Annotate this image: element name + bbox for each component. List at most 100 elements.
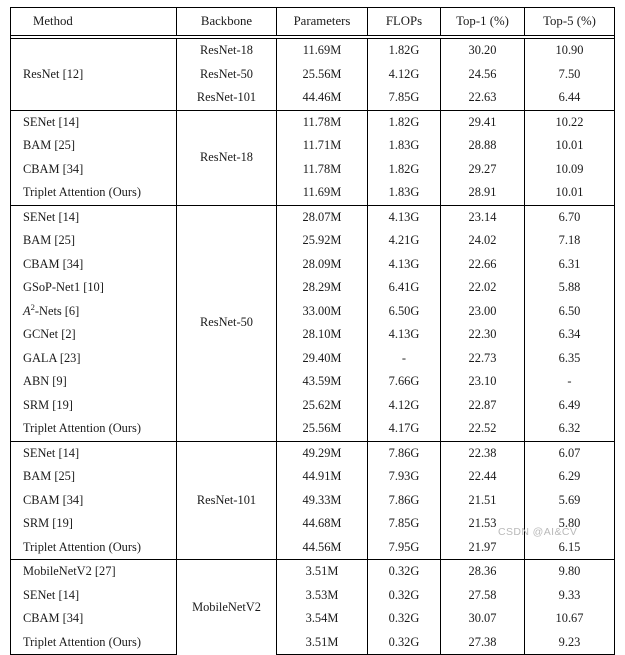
cell-parameters: 25.92M xyxy=(276,229,368,253)
table-row: CBAM [34] 49.33M 7.86G 21.51 5.69 xyxy=(10,488,615,512)
cell-method: SRM [19] xyxy=(10,393,177,417)
cell-method: CBAM [34] xyxy=(10,157,177,181)
cell-flops: 0.32G xyxy=(367,559,441,584)
cell-parameters: 49.29M xyxy=(276,440,368,465)
table-row: CBAM [34] 28.09M 4.13G 22.66 6.31 xyxy=(10,252,615,276)
cell-top1: 22.44 xyxy=(440,465,525,489)
cell-top1: 22.63 xyxy=(440,86,525,110)
cell-flops: 7.85G xyxy=(367,86,441,110)
cell-parameters: 25.62M xyxy=(276,393,368,417)
cell-top1: 27.38 xyxy=(440,630,525,655)
column-header-top5: Top-5 (%) xyxy=(524,7,615,36)
cell-method: Triplet Attention (Ours) xyxy=(10,630,177,655)
table-row: Triplet Attention (Ours) 44.56M 7.95G 21.97… xyxy=(10,535,615,560)
cell-parameters: 44.46M xyxy=(276,86,368,110)
cell-top1: 30.20 xyxy=(440,38,525,63)
cell-parameters: 43.59M xyxy=(276,370,368,394)
cell-top5: 6.29 xyxy=(524,465,615,489)
cell-method: Triplet Attention (Ours) xyxy=(10,181,177,205)
cell-top5: 6.50 xyxy=(524,299,615,323)
cell-top5: 5.88 xyxy=(524,276,615,300)
cell-method: SENet [14] xyxy=(10,204,177,229)
cell-top1: 24.56 xyxy=(440,62,525,86)
cell-parameters: 3.51M xyxy=(276,559,368,584)
table-row: BAM [25] 44.91M 7.93G 22.44 6.29 xyxy=(10,465,615,489)
cell-top5: 6.15 xyxy=(524,535,615,560)
cell-flops: 0.32G xyxy=(367,583,441,607)
table-row: Triplet Attention (Ours) 11.69M 1.83G 28.91… xyxy=(10,181,615,205)
cell-flops: - xyxy=(367,346,441,370)
cell-parameters: 28.10M xyxy=(276,323,368,347)
cell-flops: 1.82G xyxy=(367,38,441,63)
table-row: SENet [14] ResNet-18 11.78M 1.82G 29.41 10.22 xyxy=(10,109,615,205)
cell-top5: - xyxy=(524,370,615,394)
cell-flops: 7.86G xyxy=(367,488,441,512)
cell-top5: 9.33 xyxy=(524,583,615,607)
cell-flops: 4.21G xyxy=(367,229,441,253)
table-row: Triplet Attention (Ours) 3.51M 0.32G 27.38 9… xyxy=(10,630,615,655)
table-row: BAM [25] 11.71M 1.83G 28.88 10.01 xyxy=(10,134,615,158)
cell-top1: 28.91 xyxy=(440,181,525,205)
cell-top5: 6.49 xyxy=(524,393,615,417)
table-row: CBAM [34] 11.78M 1.82G 29.27 10.09 xyxy=(10,157,615,181)
cell-top5: 6.31 xyxy=(524,252,615,276)
cell-flops: 7.85G xyxy=(367,512,441,536)
cell-parameters: 3.51M xyxy=(276,630,368,655)
cell-top5: 10.67 xyxy=(524,607,615,631)
cell-top5: 6.35 xyxy=(524,346,615,370)
results-table-container: Method Backbone Parameters FLOPs Top-1 (… xyxy=(10,7,615,655)
cell-top1: 22.30 xyxy=(440,323,525,347)
cell-flops: 6.41G xyxy=(367,276,441,300)
cell-method xyxy=(10,38,177,63)
cell-backbone: ResNet-50 xyxy=(176,204,277,441)
cell-backbone: ResNet-101 xyxy=(176,86,277,110)
cell-parameters: 33.00M xyxy=(276,299,368,323)
cell-top5: 6.07 xyxy=(524,440,615,465)
cell-top5: 9.80 xyxy=(524,559,615,584)
cell-top5: 6.70 xyxy=(524,204,615,229)
cell-top1: 22.38 xyxy=(440,440,525,465)
table-body: ResNet-18 11.69M 1.82G 30.20 10.90 ResNet [12… xyxy=(10,35,615,655)
cell-parameters: 3.53M xyxy=(276,583,368,607)
table-row: ResNet-18 11.69M 1.82G 30.20 10.90 xyxy=(10,38,615,63)
cell-parameters: 44.91M xyxy=(276,465,368,489)
cell-backbone: ResNet-50 xyxy=(176,62,277,86)
cell-parameters: 11.69M xyxy=(276,38,368,63)
cell-top5: 6.32 xyxy=(524,417,615,441)
cell-backbone: MobileNetV2 xyxy=(176,559,277,655)
column-header-flops: FLOPs xyxy=(367,7,441,36)
cell-flops: 6.50G xyxy=(367,299,441,323)
cell-flops: 0.32G xyxy=(367,630,441,655)
cell-top5: 7.18 xyxy=(524,229,615,253)
cell-parameters: 28.09M xyxy=(276,252,368,276)
cell-top1: 23.00 xyxy=(440,299,525,323)
cell-flops: 4.13G xyxy=(367,323,441,347)
cell-method: SENet [14] xyxy=(10,440,177,465)
cell-method: SENet [14] xyxy=(10,109,177,134)
cell-top1: 29.41 xyxy=(440,109,525,134)
cell-top1: 22.02 xyxy=(440,276,525,300)
cell-flops: 7.93G xyxy=(367,465,441,489)
column-header-method: Method xyxy=(10,7,177,36)
cell-top1: 21.51 xyxy=(440,488,525,512)
table-row: GCNet [2] 28.10M 4.13G 22.30 6.34 xyxy=(10,323,615,347)
cell-flops: 4.17G xyxy=(367,417,441,441)
cell-top1: 22.52 xyxy=(440,417,525,441)
table-row: SENet [14] ResNet-50 28.07M 4.13G 23.14 6.70 xyxy=(10,204,615,441)
table-row: MobileNetV2 [27] MobileNetV2 3.51M 0.32G 28.… xyxy=(10,559,615,655)
cell-top1: 24.02 xyxy=(440,229,525,253)
cell-flops: 7.95G xyxy=(367,535,441,560)
cell-flops: 1.82G xyxy=(367,157,441,181)
cell-method: BAM [25] xyxy=(10,229,177,253)
cell-top1: 22.66 xyxy=(440,252,525,276)
cell-method: CBAM [34] xyxy=(10,252,177,276)
cell-top1: 28.36 xyxy=(440,559,525,584)
cell-backbone: ResNet-18 xyxy=(176,109,277,205)
table-row: A2-Nets [6] 33.00M 6.50G 23.00 6.50 xyxy=(10,299,615,323)
cell-parameters: 44.68M xyxy=(276,512,368,536)
cell-method: A2-Nets [6] xyxy=(10,299,177,323)
cell-method: SRM [19] xyxy=(10,512,177,536)
table-row: ResNet-101 44.46M 7.85G 22.63 6.44 xyxy=(10,86,615,110)
cell-flops: 4.13G xyxy=(367,252,441,276)
cell-flops: 1.83G xyxy=(367,181,441,205)
